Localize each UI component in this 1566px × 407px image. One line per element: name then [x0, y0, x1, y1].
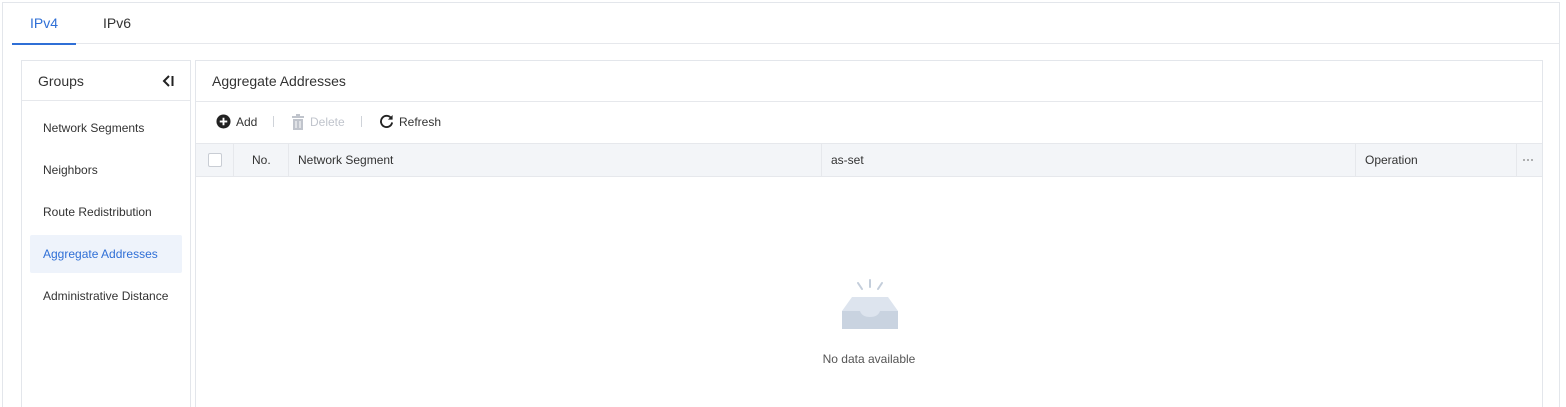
delete-button-label: Delete [310, 115, 345, 129]
sidebar-item-neighbors[interactable]: Neighbors [30, 151, 182, 189]
aggregate-addresses-panel: Aggregate Addresses Add Delete Refresh N… [195, 60, 1543, 407]
column-header-operation[interactable]: Operation [1356, 144, 1517, 176]
sidebar-title: Groups [38, 73, 84, 89]
panel-header: Aggregate Addresses [196, 61, 1542, 102]
toolbar-divider [361, 116, 362, 127]
select-all-cell [196, 144, 234, 176]
trash-icon [292, 114, 304, 130]
panel-title: Aggregate Addresses [212, 73, 346, 89]
sidebar-item-network-segments[interactable]: Network Segments [30, 109, 182, 147]
add-button-label: Add [236, 114, 258, 129]
delete-button[interactable]: Delete [291, 114, 345, 130]
empty-inbox-icon [842, 279, 898, 329]
refresh-button[interactable]: Refresh [379, 114, 441, 129]
sidebar-item-administrative-distance[interactable]: Administrative Distance [30, 277, 182, 315]
select-all-checkbox[interactable] [208, 153, 222, 167]
sidebar-list: Network Segments Neighbors Route Redistr… [22, 101, 190, 315]
table-header: No. Network Segment as-set Operation [196, 143, 1542, 177]
tab-ipv6[interactable]: IPv6 [102, 3, 132, 44]
refresh-button-label: Refresh [399, 114, 442, 129]
groups-sidebar: Groups Network Segments Neighbors Route … [21, 60, 191, 407]
protocol-tabs: IPv4 IPv6 [12, 3, 1559, 45]
toolbar-divider [273, 116, 274, 127]
tab-ipv4[interactable]: IPv4 [12, 3, 76, 45]
add-button[interactable]: Add [216, 114, 257, 129]
toolbar: Add Delete Refresh [196, 102, 1542, 143]
sidebar-item-aggregate-addresses[interactable]: Aggregate Addresses [30, 235, 182, 273]
sidebar-header: Groups [22, 61, 190, 101]
column-header-no[interactable]: No. [234, 144, 289, 176]
plus-circle-icon [216, 114, 231, 129]
refresh-icon [380, 114, 394, 129]
column-header-as-set[interactable]: as-set [822, 144, 1356, 176]
column-settings-cell [1517, 144, 1542, 176]
collapse-sidebar-icon[interactable] [160, 73, 176, 89]
sidebar-item-route-redistribution[interactable]: Route Redistribution [30, 193, 182, 231]
column-header-network-segment[interactable]: Network Segment [289, 144, 822, 176]
empty-state-message: No data available [822, 352, 916, 366]
more-options-icon[interactable] [1522, 153, 1534, 167]
